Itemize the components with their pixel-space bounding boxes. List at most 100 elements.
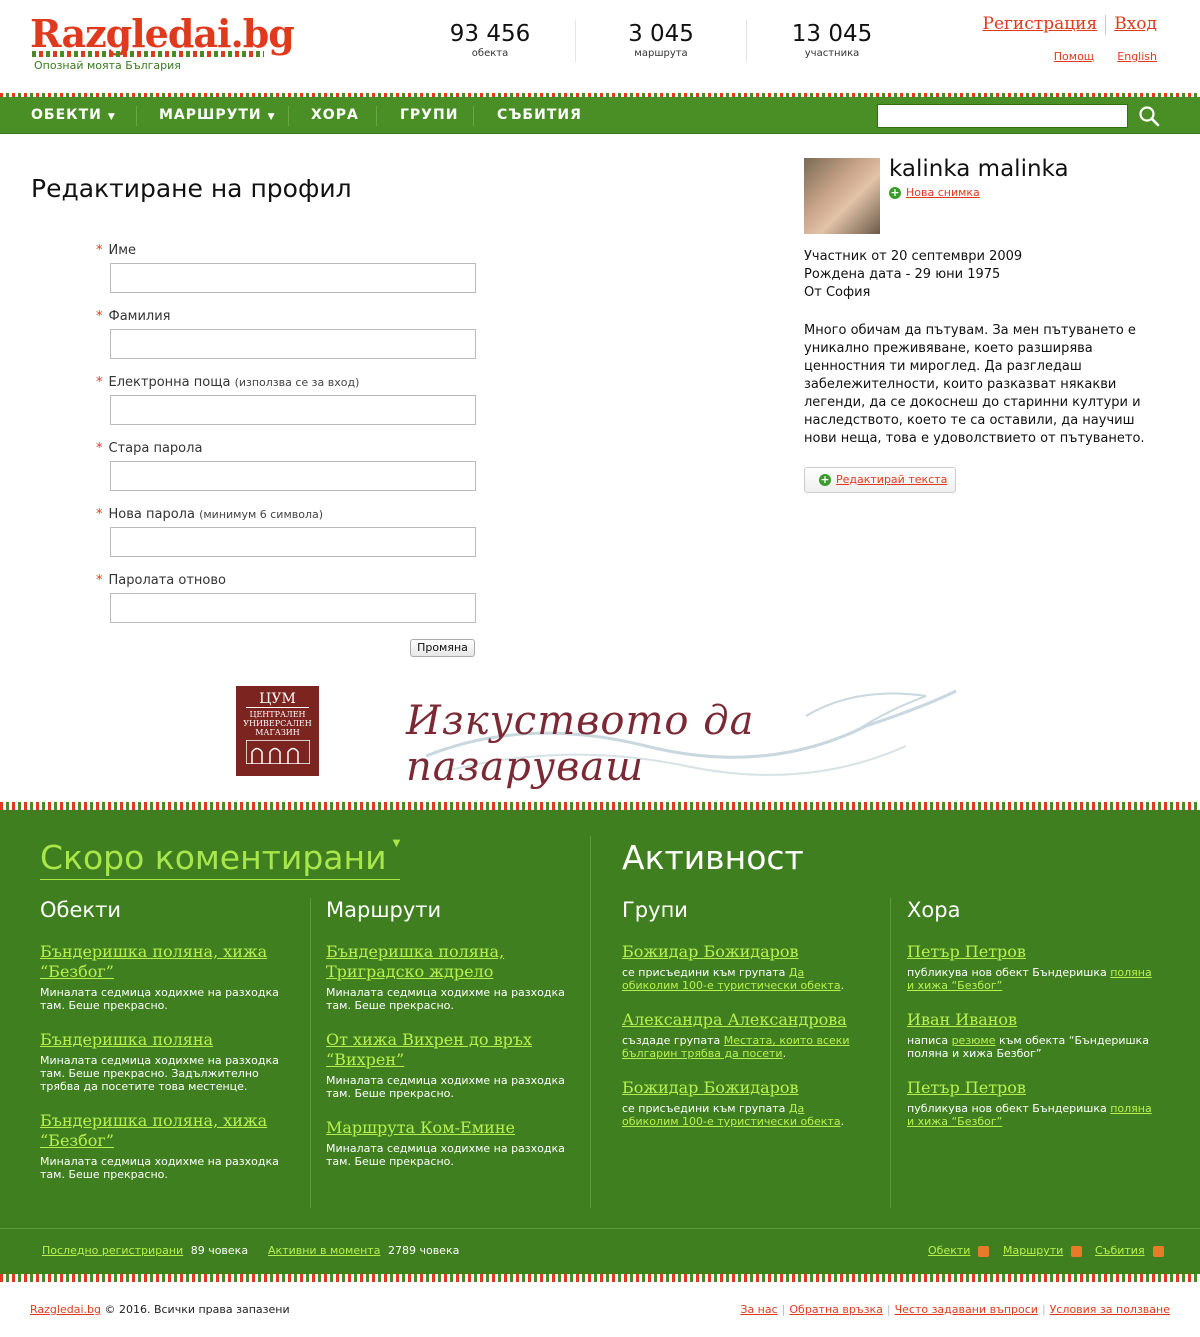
required-marker: *: [96, 309, 103, 324]
new-photo-link[interactable]: + Нова снимка: [889, 186, 980, 199]
entry-link[interactable]: Маршрута Ком-Емине: [326, 1118, 566, 1138]
nav-label: МАРШРУТИ: [159, 107, 262, 123]
entry-link[interactable]: Петър Петров: [907, 942, 1162, 962]
entry-link[interactable]: Бъндеришка поляна, Триградско ждрело: [326, 942, 566, 982]
chevron-down-icon: ▼: [392, 838, 401, 849]
old-password-field[interactable]: [110, 461, 476, 491]
nav-divider: [136, 106, 137, 126]
logo-ornament: [32, 51, 264, 57]
search-icon[interactable]: [1138, 105, 1160, 127]
feedback-link[interactable]: Обратна връзка: [789, 1303, 882, 1316]
groups-list: Божидар Божидаров се присъедини към група…: [622, 942, 862, 1146]
nav-groups[interactable]: ГРУПИ: [400, 97, 458, 134]
desc-text: се присъедини към групата: [622, 1102, 789, 1115]
entry-link[interactable]: Петър Петров: [907, 1078, 1162, 1098]
divider: [0, 1228, 1200, 1229]
repeat-password-field[interactable]: [110, 593, 476, 623]
entry-link[interactable]: Иван Иванов: [907, 1010, 1162, 1030]
entry-link[interactable]: Божидар Божидаров: [622, 942, 862, 962]
rss-routes[interactable]: Маршрути: [1003, 1244, 1083, 1257]
edit-text-button[interactable]: + Редактирай текста: [804, 467, 956, 493]
login-link[interactable]: Вход: [1114, 14, 1157, 34]
entry-link[interactable]: От хижа Вихрен до връх “Вихрен”: [326, 1030, 566, 1070]
rss-icon: [978, 1245, 990, 1257]
label-text: Нова парола: [108, 507, 195, 522]
entry-link[interactable]: Бъндеришка поляна, хижа “Безбог”: [40, 942, 280, 982]
label-text: Електронна поща: [108, 375, 231, 390]
page-title: Редактиране на профил: [31, 174, 352, 203]
copyright: Razgledai.bg © 2016. Всички права запазе…: [30, 1303, 290, 1316]
nav-events[interactable]: СЪБИТИЯ: [497, 97, 582, 134]
terms-link[interactable]: Условия за ползване: [1050, 1303, 1170, 1316]
entry-link[interactable]: Божидар Божидаров: [622, 1078, 862, 1098]
last-name-field[interactable]: [110, 329, 476, 359]
label-text: Име: [108, 243, 137, 258]
required-marker: *: [96, 375, 103, 390]
required-marker: *: [96, 573, 103, 588]
link-divider: [1105, 14, 1107, 35]
plus-icon: +: [819, 473, 831, 486]
active-now-link[interactable]: Активни в момента: [268, 1244, 380, 1257]
rss-link[interactable]: Маршрути: [1003, 1244, 1063, 1257]
entry-desc: Миналата седмица ходихме на разходка там…: [40, 1155, 279, 1181]
routes-heading: Маршрути: [326, 898, 442, 922]
nav-objects[interactable]: ОБЕКТИ ▼: [31, 97, 116, 134]
list-item: Бъндеришка поляна, хижа “Безбог” Миналата…: [40, 942, 280, 1012]
rss-link[interactable]: Обекти: [928, 1244, 970, 1257]
objects-list: Бъндеришка поляна, хижа “Безбог” Миналата…: [40, 942, 280, 1199]
search-input[interactable]: [877, 104, 1128, 128]
routes-list: Бъндеришка поляна, Триградско ждрело Мина…: [326, 942, 566, 1186]
stat-members: 13 045 участника: [747, 20, 917, 59]
last-name-label: * Фамилия: [96, 309, 171, 324]
rss-events[interactable]: Събития: [1095, 1244, 1164, 1257]
entry-link[interactable]: Александра Александрова: [622, 1010, 862, 1030]
logo-text: УНИВЕРСАЛЕН: [243, 719, 312, 728]
entry-desc: Миналата седмица ходихме на разходка там…: [326, 1074, 565, 1100]
submit-button[interactable]: Промяна: [410, 639, 475, 657]
column-divider: [890, 898, 891, 1208]
entry-link[interactable]: Бъндеришка поляна, хижа “Безбог”: [40, 1111, 280, 1151]
list-item: Иван Иванов написа резюме към обекта “Бън…: [907, 1010, 1162, 1060]
nav-divider: [376, 106, 377, 126]
stat-label: маршрута: [634, 48, 688, 59]
site-link[interactable]: Razgledai.bg: [30, 1303, 101, 1316]
desc-text: публикува нов обект Бъндеришка: [907, 1102, 1111, 1115]
site-header: Razgledai.bg Опознай моята България 93 4…: [0, 0, 1200, 97]
list-item: Бъндеришка поляна, Триградско ждрело Мина…: [326, 942, 566, 1012]
last-registered-link[interactable]: Последно регистрирани: [42, 1244, 183, 1257]
entry-desc: публикува нов обект Бъндеришка поляна и …: [907, 1102, 1162, 1128]
profile-meta: Участник от 20 септември 2009 Рождена да…: [804, 248, 1022, 302]
desc-text: .: [782, 1047, 787, 1060]
entry-link[interactable]: Бъндеришка поляна: [40, 1030, 280, 1050]
site-logo[interactable]: Razgledai.bg: [30, 12, 295, 56]
new-password-field[interactable]: [110, 527, 476, 557]
about-link[interactable]: За нас: [740, 1303, 777, 1316]
first-name-field[interactable]: [110, 263, 476, 293]
nav-label: ОБЕКТИ: [31, 107, 102, 123]
rss-link[interactable]: Събития: [1095, 1244, 1145, 1257]
nav-people[interactable]: ХОРА: [311, 97, 359, 134]
email-field[interactable]: [110, 395, 476, 425]
recent-comments-title[interactable]: Скоро коментирани ▼: [40, 838, 401, 880]
ad-slogan: Изкуството да пазаруваш: [406, 698, 755, 790]
nav-routes[interactable]: МАРШРУТИ ▼: [159, 97, 276, 134]
register-link[interactable]: Регистрация: [983, 14, 1098, 34]
new-photo-text[interactable]: Нова снимка: [906, 186, 980, 199]
english-link[interactable]: English: [1117, 50, 1157, 63]
entry-desc: Миналата седмица ходихме на разходка там…: [40, 986, 279, 1012]
footer-links: За нас | Обратна връзка | Често задавани въп…: [740, 1303, 1170, 1316]
help-link[interactable]: Помощ: [1054, 50, 1094, 63]
edit-text-label: Редактирай текста: [836, 473, 948, 486]
ad-banner[interactable]: ЦУМ ЦЕНТРАЛЕН УНИВЕРСАЛЕН МАГАЗИН Изкуст…: [236, 686, 964, 790]
building-icon: [244, 739, 311, 765]
entry-desc: създаде групата Местата, които всеки бъл…: [622, 1034, 862, 1060]
label-text: Паролата отново: [108, 573, 227, 588]
first-name-label: * Име: [96, 243, 136, 258]
summary-link[interactable]: резюме: [952, 1034, 996, 1047]
rss-objects[interactable]: Обекти: [928, 1244, 990, 1257]
list-item: От хижа Вихрен до връх “Вихрен” Миналата …: [326, 1030, 566, 1100]
stat-value: 3 045: [628, 21, 694, 47]
avatar[interactable]: [804, 158, 880, 234]
logo-text: МАГАЗИН: [255, 728, 300, 737]
faq-link[interactable]: Често задавани въпроси: [895, 1303, 1038, 1316]
